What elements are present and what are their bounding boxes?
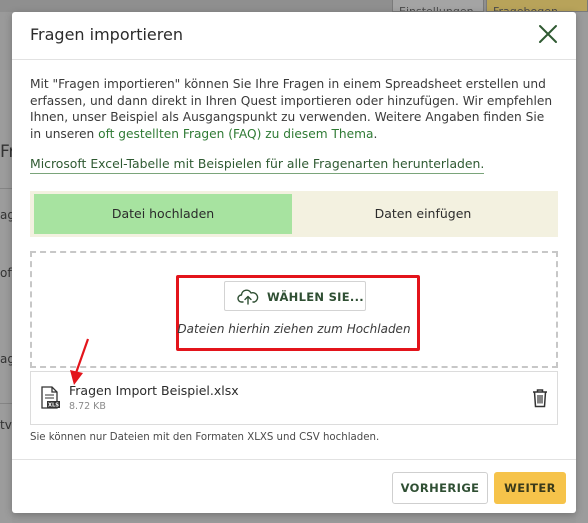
close-button[interactable] — [536, 22, 560, 46]
faq-link[interactable]: oft gestellten Fragen (FAQ) zu diesem Th… — [98, 127, 373, 141]
background-divider — [0, 188, 12, 189]
background-tab-settings: Einstellungen — [392, 0, 484, 12]
background-fragment: oft — [0, 266, 12, 280]
excel-download-link[interactable]: Microsoft Excel-Tabelle mit Beispielen f… — [30, 156, 485, 174]
file-type-badge: XLS — [48, 403, 59, 409]
file-size: 8.72 KB — [69, 401, 106, 412]
annotation-arrow — [70, 338, 90, 385]
background-divider — [0, 403, 12, 404]
import-method-tabs: Datei hochladen Daten einfügen — [30, 191, 558, 237]
upload-cloud-icon — [237, 289, 259, 305]
close-icon — [539, 25, 557, 43]
previous-button[interactable]: VORHERIGE — [392, 472, 488, 504]
file-dropzone[interactable]: WÄHLEN SIE... Dateien hierhin ziehen zum… — [30, 251, 558, 368]
dialog-title: Fragen importieren — [30, 25, 183, 44]
next-button[interactable]: WEITER — [494, 472, 566, 504]
intro-end: . — [373, 126, 378, 141]
xls-file-icon: XLS — [41, 386, 60, 409]
background-fragment: ag — [0, 352, 12, 366]
dialog-header: Fragen importieren — [12, 12, 576, 60]
background-fragment: ag — [0, 208, 12, 222]
drop-hint-text: Dateien hierhin ziehen zum Hochladen — [177, 322, 411, 336]
background-fragment: Fr — [0, 142, 12, 162]
uploaded-file-row: XLS Fragen Import Beispiel.xlsx 8.72 KB — [30, 371, 558, 425]
background-sidebar: Fr ag oft ag tv — [0, 70, 12, 523]
import-questions-dialog: Fragen importieren Mit "Fragen importier… — [12, 12, 576, 513]
formats-note: Sie können nur Dateien mit den Formaten … — [30, 432, 380, 443]
tab-paste-data[interactable]: Daten einfügen — [292, 194, 554, 234]
trash-icon[interactable] — [531, 388, 549, 408]
footer-divider — [12, 459, 576, 460]
background-right-edge — [576, 12, 588, 523]
choose-file-button[interactable]: WÄHLEN SIE... — [224, 281, 366, 311]
tab-upload-file[interactable]: Datei hochladen — [34, 194, 292, 234]
choose-file-label: WÄHLEN SIE... — [267, 290, 364, 304]
intro-paragraph: Mit "Fragen importieren" können Sie Ihre… — [30, 76, 558, 142]
background-fragment: tv — [0, 418, 12, 432]
background-tab-questions: Fragebogen — [486, 0, 588, 12]
